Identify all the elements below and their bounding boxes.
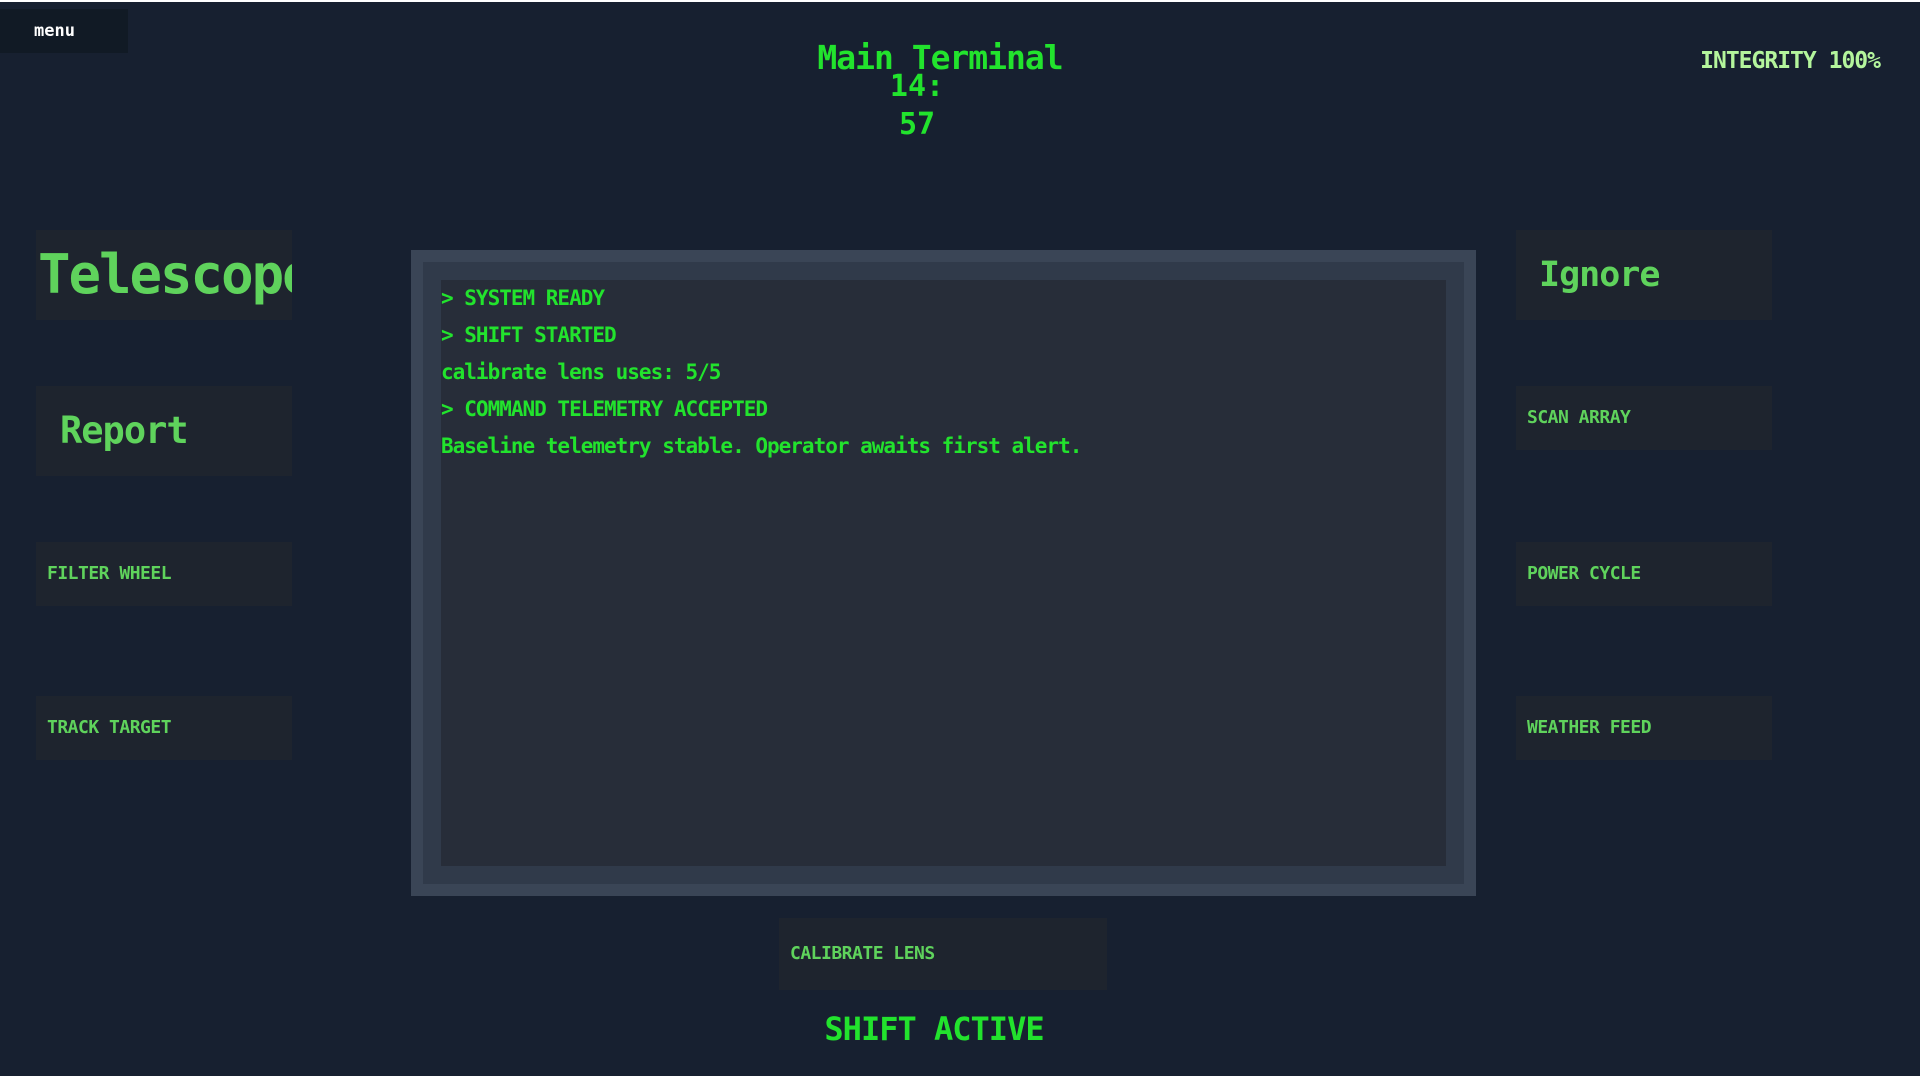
console-line: > SHIFT STARTED: [441, 323, 617, 347]
console-line: > SYSTEM READY: [441, 286, 605, 310]
console-log: > SYSTEM READY > SHIFT STARTED calibrate…: [441, 280, 1441, 465]
ignore-button[interactable]: Ignore: [1516, 230, 1772, 320]
shift-status: SHIFT ACTIVE: [824, 1010, 1044, 1048]
game-screen: menu Main Terminal 14: 57 INTEGRITY 100%…: [0, 2, 1920, 1076]
filter-wheel-button[interactable]: FILTER WHEEL: [36, 542, 292, 606]
weather-feed-button[interactable]: WEATHER FEED: [1516, 696, 1772, 760]
console-line: calibrate lens uses: 5/5: [441, 360, 721, 384]
console-line: Baseline telemetry stable. Operator awai…: [441, 434, 1082, 458]
calibrate-lens-button[interactable]: CALIBRATE LENS: [779, 918, 1107, 990]
console-frame: > SYSTEM READY > SHIFT STARTED calibrate…: [411, 250, 1476, 896]
power-cycle-button[interactable]: POWER CYCLE: [1516, 542, 1772, 606]
console-line: > COMMAND TELEMETRY ACCEPTED: [441, 397, 768, 421]
scan-array-button[interactable]: SCAN ARRAY: [1516, 386, 1772, 450]
track-target-button[interactable]: TRACK TARGET: [36, 696, 292, 760]
report-button[interactable]: Report: [36, 386, 292, 476]
menu-button[interactable]: menu: [0, 9, 128, 53]
telescope-button[interactable]: Telescope: [36, 230, 292, 320]
integrity-indicator: INTEGRITY 100%: [1700, 48, 1881, 74]
shift-clock: 14: 57: [889, 69, 945, 142]
